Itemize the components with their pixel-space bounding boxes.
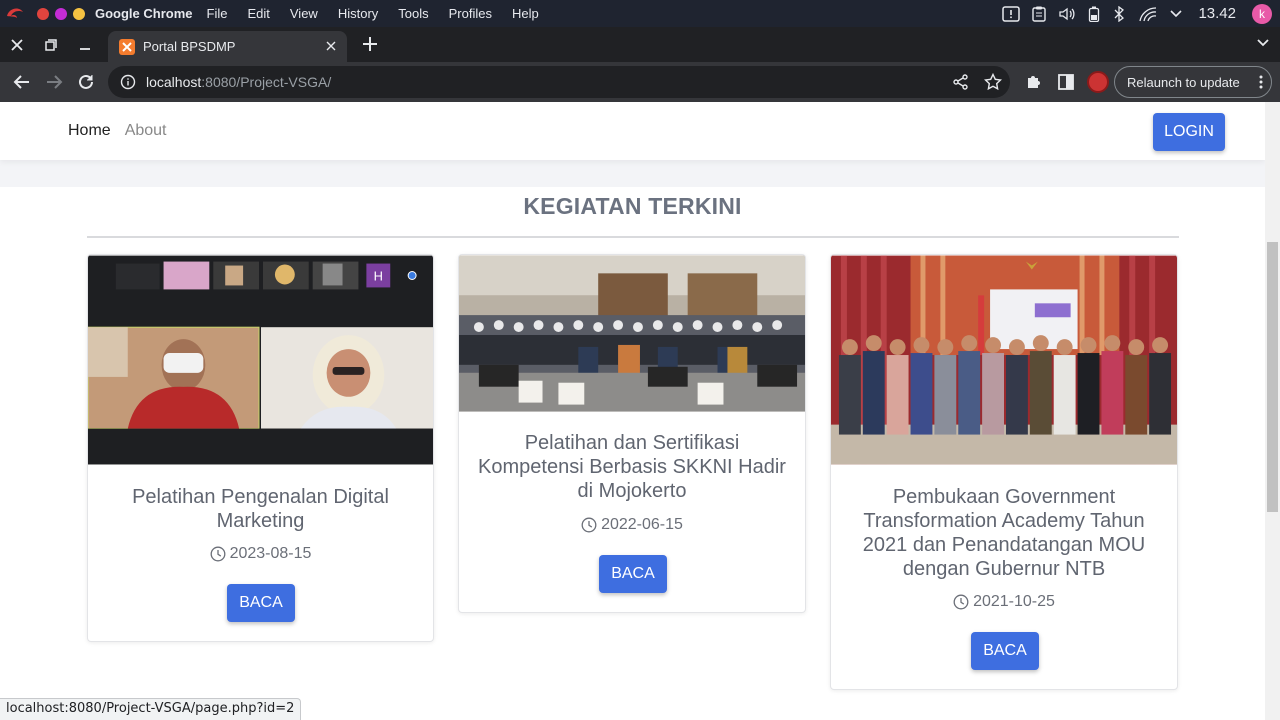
side-panel-icon[interactable] <box>1050 66 1082 98</box>
new-tab-icon[interactable] <box>358 32 382 61</box>
tab-close-icon[interactable] <box>323 38 339 54</box>
menu-view[interactable]: View <box>290 6 318 21</box>
site-navbar: Home About LOGIN <box>0 102 1265 160</box>
section-divider <box>87 236 1179 238</box>
tab-strip: Portal BPSDMP <box>0 27 1280 62</box>
tab-title: Portal BPSDMP <box>143 39 236 54</box>
wifi-icon[interactable] <box>1138 6 1158 22</box>
thumbnail-letter: H <box>374 268 383 283</box>
menu-help[interactable]: Help <box>512 6 539 21</box>
user-avatar[interactable]: k <box>1252 3 1272 24</box>
menu-profiles[interactable]: Profiles <box>449 6 492 21</box>
card-title[interactable]: Pelatihan Pengenalan Digital Marketing <box>102 485 419 533</box>
url-path: :8080/Project-VSGA/ <box>201 74 332 90</box>
read-button[interactable]: BACA <box>599 555 667 593</box>
card-title[interactable]: Pembukaan Government Transformation Acad… <box>845 485 1163 581</box>
reload-icon[interactable] <box>70 66 102 98</box>
relaunch-to-update-button[interactable]: Relaunch to update <box>1114 66 1272 98</box>
read-button[interactable]: BACA <box>227 584 295 622</box>
site-info-icon[interactable] <box>120 74 136 90</box>
menu-tools[interactable]: Tools <box>398 6 428 21</box>
os-top-bar: Google Chrome File Edit View History Too… <box>0 0 1280 27</box>
clock-icon <box>581 517 597 533</box>
os-tray: 13.42 k <box>1002 0 1280 27</box>
clipboard-icon[interactable] <box>1032 6 1047 22</box>
back-icon[interactable] <box>6 66 38 98</box>
bluetooth-icon[interactable] <box>1112 5 1126 22</box>
url-host: localhost <box>146 74 202 90</box>
news-card: Pelatihan dan Sertifikasi Kompetensi Ber… <box>458 254 806 613</box>
card-date: 2023-08-15 <box>88 545 433 563</box>
alert-icon[interactable] <box>1002 5 1021 22</box>
minimize-window-icon[interactable] <box>68 28 102 62</box>
login-button[interactable]: LOGIN <box>1153 113 1225 151</box>
os-clock[interactable]: 13.42 <box>1198 5 1236 22</box>
clock-icon <box>210 546 226 562</box>
nav-home[interactable]: Home <box>68 122 111 140</box>
relaunch-label: Relaunch to update <box>1127 74 1240 90</box>
extensions-puzzle-icon[interactable] <box>1018 66 1050 98</box>
share-icon[interactable] <box>952 73 970 94</box>
menu-file[interactable]: File <box>207 6 228 21</box>
xampp-favicon-icon <box>119 38 135 55</box>
tab-portal-bpsdmp[interactable]: Portal BPSDMP <box>108 31 347 62</box>
nav-about[interactable]: About <box>125 122 167 140</box>
clock-icon <box>953 594 969 610</box>
window-minimize-dot[interactable] <box>55 7 67 20</box>
menu-history[interactable]: History <box>338 6 378 21</box>
card-date-text: 2022-06-15 <box>601 516 683 533</box>
news-card: H Pelatihan Pengenalan Digital Marketing… <box>87 254 434 642</box>
card-date-text: 2021-10-25 <box>973 593 1055 610</box>
restore-window-icon[interactable] <box>34 28 68 62</box>
close-window-icon[interactable] <box>0 28 34 62</box>
distro-logo-icon[interactable] <box>5 4 25 24</box>
forward-icon[interactable] <box>38 66 70 98</box>
browser-toolbar: localhost:8080/Project-VSGA/ Relaunch to… <box>0 62 1280 102</box>
link-status-bar: localhost:8080/Project-VSGA/page.php?id=… <box>0 698 302 720</box>
section-title: KEGIATAN TERKINI <box>523 193 742 219</box>
scrollbar-thumb[interactable] <box>1267 242 1278 512</box>
battery-icon[interactable] <box>1088 6 1100 22</box>
card-date: 2022-06-15 <box>459 516 805 534</box>
bookmark-star-icon[interactable] <box>983 72 1003 94</box>
news-section: KEGIATAN TERKINI H Pelatihan Pengenalan … <box>0 187 1265 720</box>
video-conference-photo[interactable]: H <box>88 255 433 465</box>
window-controls <box>37 7 85 20</box>
os-app-name[interactable]: Google Chrome <box>95 6 193 21</box>
group-training-photo[interactable] <box>459 255 805 412</box>
profile-avatar[interactable] <box>1082 66 1114 98</box>
menu-edit[interactable]: Edit <box>247 6 269 21</box>
more-menu-icon[interactable] <box>1259 75 1263 92</box>
os-menu: File Edit View History Tools Profiles He… <box>207 6 539 21</box>
web-page: Home About LOGIN KEGIATAN TERKINI H Pela… <box>0 102 1280 720</box>
window-zoom-dot[interactable] <box>73 7 85 20</box>
page-scrollbar[interactable] <box>1265 102 1280 720</box>
tab-search-chevron-icon[interactable] <box>1256 35 1270 54</box>
window-close-dot[interactable] <box>37 7 49 20</box>
card-title[interactable]: Pelatihan dan Sertifikasi Kompetensi Ber… <box>473 431 791 503</box>
news-card: Pembukaan Government Transformation Acad… <box>830 254 1178 690</box>
card-date-text: 2023-08-15 <box>229 545 312 562</box>
address-bar[interactable]: localhost:8080/Project-VSGA/ <box>108 66 1010 98</box>
card-date: 2021-10-25 <box>831 593 1177 611</box>
group-ceremony-photo[interactable] <box>831 255 1177 465</box>
read-button[interactable]: BACA <box>971 632 1039 670</box>
volume-icon[interactable] <box>1058 6 1076 22</box>
chevron-down-icon[interactable] <box>1170 9 1183 18</box>
